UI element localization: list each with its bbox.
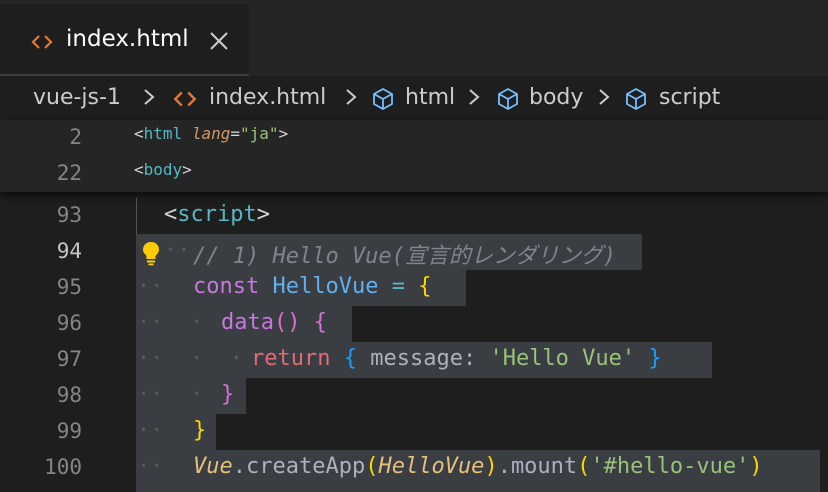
code-comment: // 1) Hello Vue(宣言的レンダリング): [193, 244, 617, 269]
token: :: [462, 346, 477, 371]
line-number: 94: [56, 239, 82, 263]
token: (): [273, 310, 301, 335]
token: '#hello-vue': [590, 454, 750, 479]
code-text: <script>: [164, 202, 270, 227]
code-line[interactable]: 93 <script>: [0, 198, 828, 234]
line-number: 97: [56, 347, 82, 371]
token: mount: [510, 454, 578, 479]
code-text: data() {: [221, 310, 327, 335]
token: data: [221, 310, 274, 335]
code-text: const HelloVue = {: [193, 274, 431, 299]
token: HelloVue: [272, 274, 379, 299]
line-number: 95: [56, 275, 82, 299]
token: lang: [191, 124, 231, 143]
line-number: 96: [56, 311, 82, 335]
whitespace-dots: ··: [137, 418, 164, 443]
token: 'Hello Vue': [489, 346, 636, 371]
token: {: [313, 310, 327, 335]
token: body: [143, 160, 183, 179]
code-text: <html lang="ja">: [134, 124, 288, 143]
code-text: }: [221, 382, 235, 407]
token: html: [143, 124, 183, 143]
whitespace-dots: ·· · ·: [137, 346, 243, 371]
whitespace-dots: ··: [137, 454, 164, 479]
line-number: 100: [44, 455, 82, 479]
whitespace-dots: ·· ·: [137, 310, 204, 335]
whitespace-dots: ··: [164, 238, 191, 263]
code-line[interactable]: 96 ·· · data() {: [0, 306, 828, 342]
sticky-scroll[interactable]: 2 <html lang="ja"> 22 <body>: [0, 120, 828, 192]
token: <: [164, 202, 178, 227]
token: =: [391, 274, 405, 299]
token: =: [230, 124, 240, 143]
line-number: 2: [69, 125, 82, 149]
token: <: [134, 160, 144, 179]
code-line[interactable]: 95 ·· const HelloVue = {: [0, 270, 828, 306]
code-line[interactable]: 99 ·· }: [0, 414, 828, 450]
line-number: 99: [56, 419, 82, 443]
code-text: <body>: [134, 160, 192, 179]
lightbulb-icon[interactable]: [139, 240, 163, 266]
code-line[interactable]: 94 ·· // 1) Hello Vue(宣言的レンダリング): [0, 234, 828, 270]
editor[interactable]: 93 <script> 94 ·· // 1) Hello Vue(宣言的レンダ…: [0, 0, 828, 492]
line-number: 93: [56, 203, 82, 227]
code-line[interactable]: 98 ·· · }: [0, 378, 828, 414]
token: .: [497, 454, 511, 479]
token: (: [577, 454, 591, 479]
token: ): [484, 454, 498, 479]
code-line[interactable]: 97 ·· · · return { message: 'Hello Vue' …: [0, 342, 828, 378]
token: "ja": [239, 124, 279, 143]
token: }: [648, 346, 662, 371]
code-text: return { message: 'Hello Vue' }: [251, 346, 662, 371]
token: >: [182, 160, 192, 179]
whitespace-dots: ·· ·: [137, 382, 204, 407]
sticky-line[interactable]: 22 <body>: [0, 156, 828, 192]
sticky-line[interactable]: 2 <html lang="ja">: [0, 120, 828, 156]
token: >: [256, 202, 270, 227]
token: const: [193, 274, 260, 299]
token: Vue: [193, 454, 233, 479]
line-number: 22: [56, 161, 82, 185]
token: {: [418, 274, 432, 299]
token: .: [232, 454, 246, 479]
code-text: }: [193, 418, 207, 443]
code-text: Vue.createApp(HelloVue).mount('#hello-vu…: [193, 454, 763, 479]
token: createApp: [246, 454, 366, 479]
token: {: [343, 346, 357, 371]
token: ): [749, 454, 763, 479]
token: message: [370, 346, 463, 371]
token: script: [177, 202, 257, 227]
token: return: [251, 346, 331, 371]
line-number: 98: [56, 383, 82, 407]
token: HelloVue: [378, 454, 485, 479]
whitespace-dots: ··: [137, 274, 164, 299]
token: >: [278, 124, 289, 143]
token: (: [365, 454, 379, 479]
code-line[interactable]: 100 ·· Vue.createApp(HelloVue).mount('#h…: [0, 450, 828, 492]
token: <: [134, 124, 144, 143]
